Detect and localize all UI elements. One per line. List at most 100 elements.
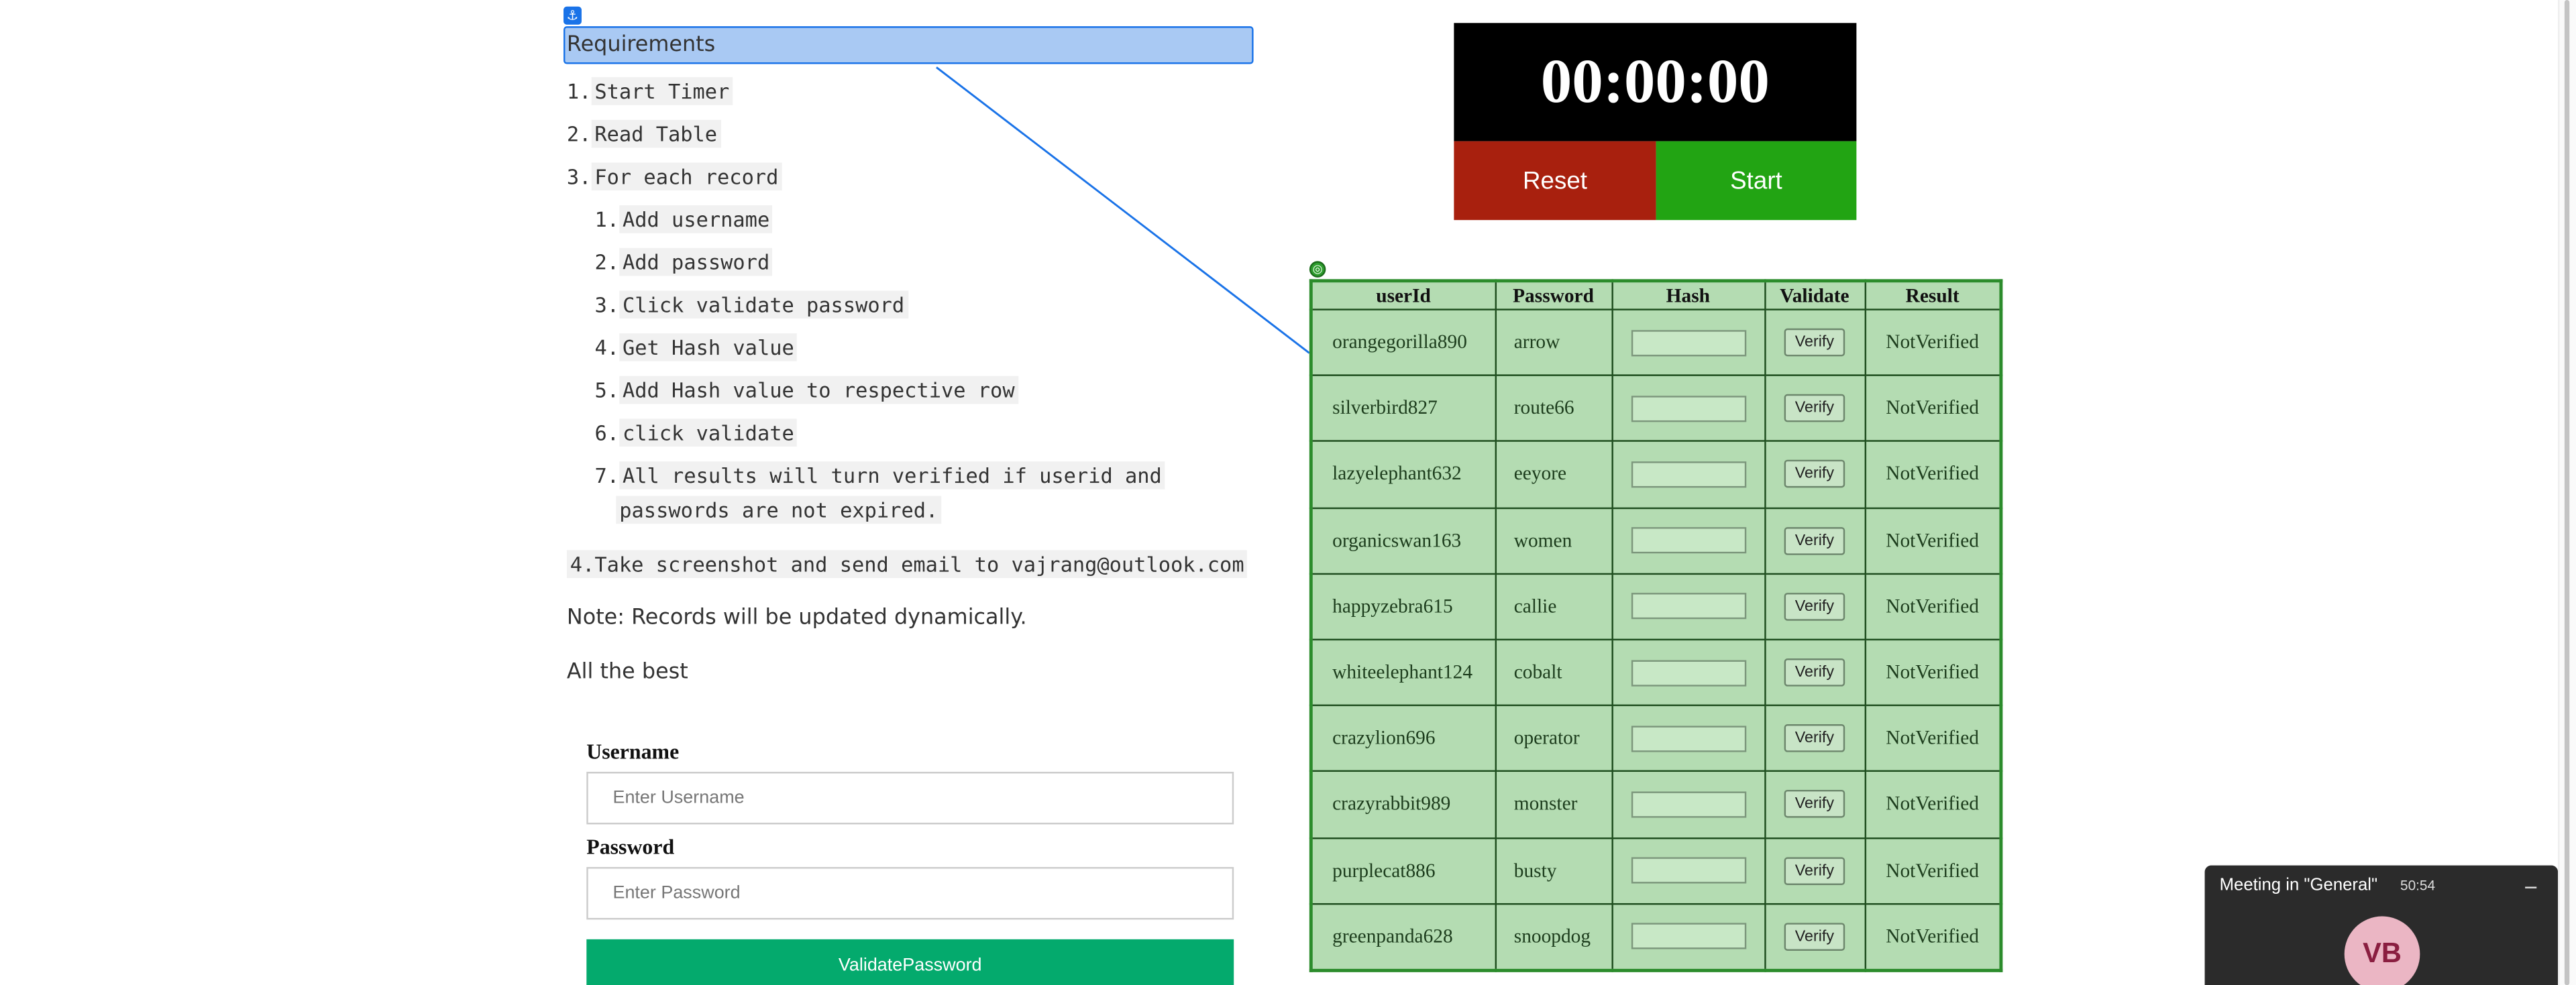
substep-text: Add username bbox=[619, 205, 773, 233]
userid-cell: silverbird827 bbox=[1310, 374, 1496, 443]
userid-cell: happyzebra615 bbox=[1310, 573, 1496, 640]
userid-cell: crazylion696 bbox=[1310, 704, 1496, 772]
verify-button[interactable]: Verify bbox=[1783, 724, 1846, 753]
hash-cell bbox=[1611, 638, 1766, 707]
step-text: For each record bbox=[591, 162, 782, 191]
substep-text: All results will turn verified if userid… bbox=[619, 461, 1165, 489]
hash-input[interactable] bbox=[1630, 461, 1746, 488]
table-row: happyzebra615 callie Verify NotVerified bbox=[1310, 573, 2002, 640]
hash-input[interactable] bbox=[1630, 791, 1746, 818]
validate-cell: Verify bbox=[1764, 441, 1866, 509]
result-cell: NotVerified bbox=[1864, 506, 2002, 575]
userid-cell: crazyrabbit989 bbox=[1310, 770, 1496, 839]
start-button[interactable]: Start bbox=[1656, 141, 1857, 221]
minimize-icon[interactable] bbox=[2525, 886, 2537, 888]
password-cell: arrow bbox=[1494, 308, 1613, 377]
reset-button[interactable]: Reset bbox=[1454, 141, 1656, 221]
password-cell: women bbox=[1494, 506, 1613, 575]
validate-cell: Verify bbox=[1764, 506, 1866, 575]
password-cell: busty bbox=[1494, 836, 1613, 905]
anchor-icon[interactable]: ⚓ bbox=[564, 6, 582, 25]
credentials-table: userId Password Hash Validate Result ora… bbox=[1309, 279, 2003, 972]
step-4-text: 4.Take screenshot and send email to vajr… bbox=[566, 550, 1248, 579]
verify-button[interactable]: Verify bbox=[1783, 922, 1846, 951]
timer-display: 00:00:00 bbox=[1454, 23, 1857, 141]
hash-input[interactable] bbox=[1630, 329, 1746, 356]
step-4: 4.Take screenshot and send email to vajr… bbox=[566, 550, 1248, 579]
connector-line bbox=[936, 66, 1310, 354]
userid-cell: greenpanda628 bbox=[1310, 903, 1496, 972]
substep-text: Add Hash value to respective row bbox=[619, 375, 1018, 404]
result-cell: NotVerified bbox=[1864, 573, 2002, 640]
result-cell: NotVerified bbox=[1864, 308, 2002, 377]
verify-button[interactable]: Verify bbox=[1783, 329, 1846, 357]
substep-4: 4. Get Hash value bbox=[595, 333, 798, 361]
validate-cell: Verify bbox=[1764, 770, 1866, 839]
hash-input[interactable] bbox=[1630, 593, 1746, 620]
hash-cell bbox=[1611, 506, 1766, 575]
step-2: 2. Read Table bbox=[567, 119, 720, 148]
validate-password-button[interactable]: ValidatePassword bbox=[586, 939, 1234, 985]
hash-input[interactable] bbox=[1630, 659, 1746, 686]
password-cell: callie bbox=[1494, 573, 1613, 640]
hash-input[interactable] bbox=[1630, 395, 1746, 422]
password-input[interactable] bbox=[586, 867, 1234, 920]
substep-1: 1. Add username bbox=[595, 205, 773, 233]
table-header-row: userId Password Hash Validate Result bbox=[1310, 280, 2002, 310]
result-cell: NotVerified bbox=[1864, 836, 2002, 905]
hash-cell bbox=[1611, 836, 1766, 905]
note-text: Note: Records will be updated dynamicall… bbox=[566, 605, 1027, 631]
userid-cell: orangegorilla890 bbox=[1310, 308, 1496, 377]
header-userid: userId bbox=[1310, 280, 1496, 310]
verify-button[interactable]: Verify bbox=[1783, 460, 1846, 489]
meeting-widget[interactable]: Meeting in "General" 50:54 VB bbox=[2204, 865, 2559, 985]
userid-cell: purplecat886 bbox=[1310, 836, 1496, 905]
hash-input[interactable] bbox=[1630, 857, 1746, 884]
meeting-title: Meeting in "General" bbox=[2219, 875, 2378, 895]
vertical-scrollbar[interactable] bbox=[2558, 0, 2576, 985]
validate-cell: Verify bbox=[1764, 374, 1866, 443]
closing-text: All the best bbox=[566, 660, 688, 685]
result-cell: NotVerified bbox=[1864, 903, 2002, 972]
substep-text: passwords are not expired. bbox=[616, 496, 942, 524]
requirements-heading[interactable]: Requirements bbox=[564, 26, 1254, 64]
avatar[interactable]: VB bbox=[2344, 916, 2420, 985]
table-row: organicswan163 women Verify NotVerified bbox=[1310, 506, 2002, 575]
table-row: crazyrabbit989 monster Verify NotVerifie… bbox=[1310, 770, 2002, 839]
verify-button[interactable]: Verify bbox=[1783, 856, 1846, 885]
verify-button[interactable]: Verify bbox=[1783, 526, 1846, 555]
substep-text: click validate bbox=[619, 418, 798, 447]
validate-cell: Verify bbox=[1764, 308, 1866, 377]
hash-cell bbox=[1611, 441, 1766, 509]
table-row: crazylion696 operator Verify NotVerified bbox=[1310, 704, 2002, 772]
step-text: Start Timer bbox=[591, 77, 733, 105]
hash-input[interactable] bbox=[1630, 527, 1746, 554]
userid-cell: lazyelephant632 bbox=[1310, 441, 1496, 509]
password-cell: snoopdog bbox=[1494, 903, 1613, 972]
verify-button[interactable]: Verify bbox=[1783, 394, 1846, 423]
step-text: Read Table bbox=[591, 119, 720, 148]
validate-cell: Verify bbox=[1764, 638, 1866, 707]
password-cell: route66 bbox=[1494, 374, 1613, 443]
validate-cell: Verify bbox=[1764, 573, 1866, 640]
substep-text: Add password bbox=[619, 247, 773, 276]
password-cell: cobalt bbox=[1494, 638, 1613, 707]
substep-5: 5. Add Hash value to respective row bbox=[595, 375, 1018, 404]
table-row: purplecat886 busty Verify NotVerified bbox=[1310, 836, 2002, 905]
result-cell: NotVerified bbox=[1864, 638, 2002, 707]
table-handle-icon[interactable]: ◎ bbox=[1309, 261, 1326, 278]
header-validate: Validate bbox=[1764, 280, 1866, 310]
substep-3: 3. Click validate password bbox=[595, 290, 908, 319]
hash-input[interactable] bbox=[1630, 923, 1746, 950]
scrollbar-thumb[interactable] bbox=[2564, 0, 2570, 985]
verify-button[interactable]: Verify bbox=[1783, 790, 1846, 819]
hash-input[interactable] bbox=[1630, 725, 1746, 752]
header-password: Password bbox=[1494, 280, 1613, 310]
username-input[interactable] bbox=[586, 772, 1234, 825]
userid-cell: organicswan163 bbox=[1310, 506, 1496, 575]
table-row: silverbird827 route66 Verify NotVerified bbox=[1310, 374, 2002, 443]
verify-button[interactable]: Verify bbox=[1783, 658, 1846, 687]
substep-2: 2. Add password bbox=[595, 247, 773, 276]
verify-button[interactable]: Verify bbox=[1783, 592, 1846, 621]
substep-text: Get Hash value bbox=[619, 333, 798, 361]
